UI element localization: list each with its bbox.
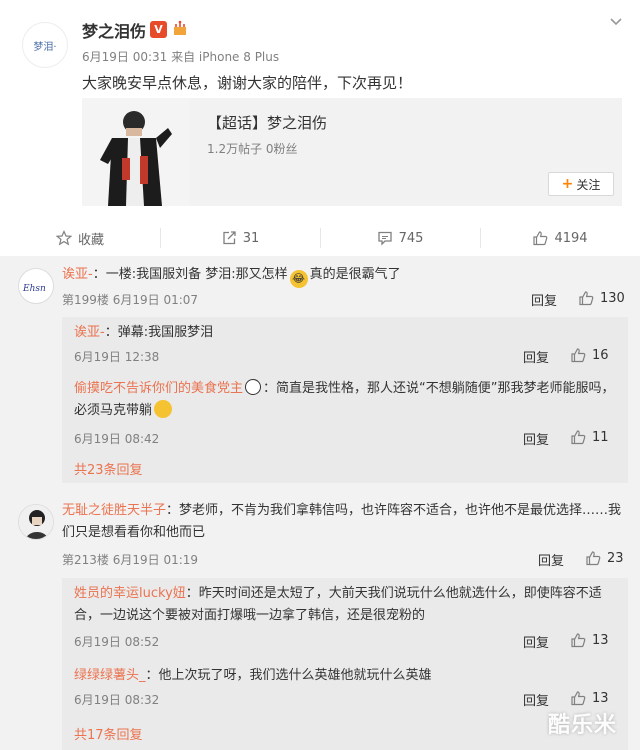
reply-like-button[interactable]: 13 bbox=[570, 690, 609, 706]
favorite-label: 收藏 bbox=[77, 232, 104, 248]
reply-text: ：弹幕:我国服梦泪 bbox=[104, 325, 214, 340]
comment-like-button[interactable]: 23 bbox=[585, 550, 624, 566]
reply-text-line2: 必须马克带躺 bbox=[74, 403, 153, 418]
post-action-bar: 收藏 31 745 4194 bbox=[0, 220, 640, 256]
reply-time: 6月19日 08:52 bbox=[74, 635, 160, 649]
comment-section: Ehsn 诶亚-：一楼:我国服刘备 梦泪:那又怎样 😂 真的是很霸气了 第199楼 … bbox=[0, 256, 640, 750]
reply-thread: 诶亚-：弹幕:我国服梦泪 6月19日 12:38 回复 16 偷摸吃不告诉你们的… bbox=[62, 317, 628, 483]
commenter-nick[interactable]: 无耻之徒胜天半子 bbox=[62, 503, 166, 518]
reply-text: ：昨天时间还是太短了，大前天我们说玩什么他就选什么，即使阵容不适 bbox=[185, 586, 602, 601]
reply-text: ：他上次玩了呀，我们选什么英雄他就玩什么英雄 bbox=[145, 668, 432, 683]
verified-icon: V bbox=[150, 21, 167, 38]
weibo-post: 梦泪· 梦之泪伤 V 6月19日 00:31 来自 iPhone 8 Plus … bbox=[0, 0, 640, 256]
thumbs-up-icon bbox=[571, 633, 586, 648]
comment-button[interactable]: 745 bbox=[320, 220, 480, 256]
repost-count: 31 bbox=[242, 230, 260, 246]
reply-button[interactable]: 回复 bbox=[523, 429, 549, 448]
reply-nick[interactable]: 诶亚- bbox=[74, 325, 105, 340]
comment-icon bbox=[377, 231, 392, 246]
like-count: 11 bbox=[592, 429, 609, 445]
comment-like-button[interactable]: 130 bbox=[578, 290, 625, 306]
svg-text:Ehsn: Ehsn bbox=[22, 284, 46, 294]
star-icon bbox=[55, 230, 72, 246]
topic-title: 【超话】梦之泪伤 bbox=[207, 114, 328, 132]
like-count: 16 bbox=[592, 347, 609, 363]
reply-text: ：简直是我性格，那人还说“不想躺随便”那我梦老师能服吗， bbox=[263, 381, 615, 396]
like-count: 23 bbox=[607, 550, 624, 566]
reply-nick[interactable]: 姓员的幸运lucky妞 bbox=[74, 586, 186, 601]
vip-member-icon bbox=[171, 19, 189, 37]
like-button[interactable]: 4194 bbox=[480, 220, 640, 256]
author-avatar[interactable]: 梦泪· bbox=[22, 22, 68, 68]
thumbs-up-icon bbox=[533, 231, 548, 246]
post-meta: 6月19日 00:31 来自 iPhone 8 Plus bbox=[82, 50, 280, 64]
reply-time: 6月19日 12:38 bbox=[74, 350, 160, 364]
reply-nick[interactable]: 偷摸吃不告诉你们的美食党主 bbox=[74, 381, 243, 396]
smile-emoji-icon bbox=[154, 400, 173, 418]
reply-text-line2: 合，一边说这个要被对面打爆哦一边拿了韩信，还是很宠粉的 bbox=[74, 608, 426, 623]
commenter-avatar[interactable]: Ehsn bbox=[18, 268, 54, 304]
reply-button[interactable]: 回复 bbox=[523, 347, 549, 366]
reply-button[interactable]: 回复 bbox=[523, 690, 549, 709]
reply-like-button[interactable]: 11 bbox=[570, 429, 609, 445]
repost-icon bbox=[223, 231, 236, 245]
chevron-down-icon[interactable] bbox=[606, 12, 626, 32]
favorite-button[interactable]: 收藏 bbox=[0, 220, 160, 256]
topic-stats: 1.2万帖子 0粉丝 bbox=[207, 142, 298, 156]
comment-text-line2: 们只是想看看你和他而已 bbox=[62, 525, 206, 540]
view-all-replies-link[interactable]: 共17条回复 bbox=[74, 724, 143, 743]
thumbs-up-icon bbox=[571, 430, 586, 445]
topic-card[interactable]: 【超话】梦之泪伤 1.2万帖子 0粉丝 + 关注 bbox=[82, 98, 622, 206]
like-count: 4194 bbox=[554, 230, 588, 246]
topic-cover-image bbox=[82, 98, 190, 206]
plus-icon: + bbox=[561, 176, 574, 192]
reply-button[interactable]: 回复 bbox=[531, 290, 557, 309]
reply-body: 绿绿绿薯头_：他上次玩了呀，我们选什么英雄他就玩什么英雄 bbox=[74, 665, 432, 687]
reply-like-button[interactable]: 16 bbox=[570, 347, 609, 363]
follow-label: 关注 bbox=[576, 177, 601, 192]
thumbs-up-icon bbox=[571, 348, 586, 363]
reply-button[interactable]: 回复 bbox=[523, 632, 549, 651]
reply-thread: 姓员的幸运lucky妞：昨天时间还是太短了，大前天我们说玩什么他就选什么，即使阵… bbox=[62, 578, 628, 750]
comment-meta: 第199楼 6月19日 01:07 bbox=[62, 293, 199, 307]
reply-nick[interactable]: 绿绿绿薯头_ bbox=[74, 668, 146, 683]
comment-body: 无耻之徒胜天半子：梦老师，不肯为我们拿韩信吗，也许阵容不适合，也许他不是最优选择… bbox=[62, 500, 628, 544]
comment-meta: 第213楼 6月19日 01:19 bbox=[62, 553, 199, 567]
view-all-replies-link[interactable]: 共23条回复 bbox=[74, 459, 143, 478]
thumbs-up-icon bbox=[586, 551, 601, 566]
like-count: 130 bbox=[600, 290, 625, 306]
reply-body: 诶亚-：弹幕:我国服梦泪 bbox=[74, 322, 213, 344]
thumbs-up-icon bbox=[579, 291, 594, 306]
like-count: 13 bbox=[592, 632, 609, 648]
repost-button[interactable]: 31 bbox=[160, 220, 320, 256]
commenter-nick[interactable]: 诶亚- bbox=[62, 267, 93, 282]
laughing-emoji-icon: 😂 bbox=[289, 270, 308, 288]
comment-text-tail: 真的是很霸气了 bbox=[309, 267, 401, 282]
post-content: 大家晚安早点休息，谢谢大家的陪伴，下次再见！ bbox=[82, 74, 413, 92]
reply-time: 6月19日 08:32 bbox=[74, 693, 160, 707]
site-watermark: 酷乐米 bbox=[548, 713, 618, 738]
comment-text: ：一楼:我国服刘备 梦泪:那又怎样 bbox=[92, 267, 288, 282]
avatar-text: 梦泪· bbox=[33, 41, 57, 53]
author-name[interactable]: 梦之泪伤 bbox=[82, 18, 146, 42]
like-count: 13 bbox=[592, 690, 609, 706]
commenter-avatar[interactable] bbox=[18, 504, 54, 540]
reply-button[interactable]: 回复 bbox=[538, 550, 564, 569]
reply-body: 偷摸吃不告诉你们的美食党主 ：简直是我性格，那人还说“不想躺随便”那我梦老师能服吗… bbox=[74, 378, 619, 422]
follow-button[interactable]: + 关注 bbox=[548, 172, 614, 196]
thumbs-up-icon bbox=[571, 691, 586, 706]
panda-emoji-icon bbox=[245, 379, 262, 395]
reply-body: 姓员的幸运lucky妞：昨天时间还是太短了，大前天我们说玩什么他就选什么，即使阵… bbox=[74, 583, 619, 627]
reply-like-button[interactable]: 13 bbox=[570, 632, 609, 648]
comment-count: 745 bbox=[398, 230, 424, 246]
comment-text: ：梦老师，不肯为我们拿韩信吗，也许阵容不适合，也许他不是最优选择……我 bbox=[166, 503, 622, 518]
reply-time: 6月19日 08:42 bbox=[74, 432, 160, 446]
comment-body: 诶亚-：一楼:我国服刘备 梦泪:那又怎样 😂 真的是很霸气了 bbox=[62, 264, 401, 288]
